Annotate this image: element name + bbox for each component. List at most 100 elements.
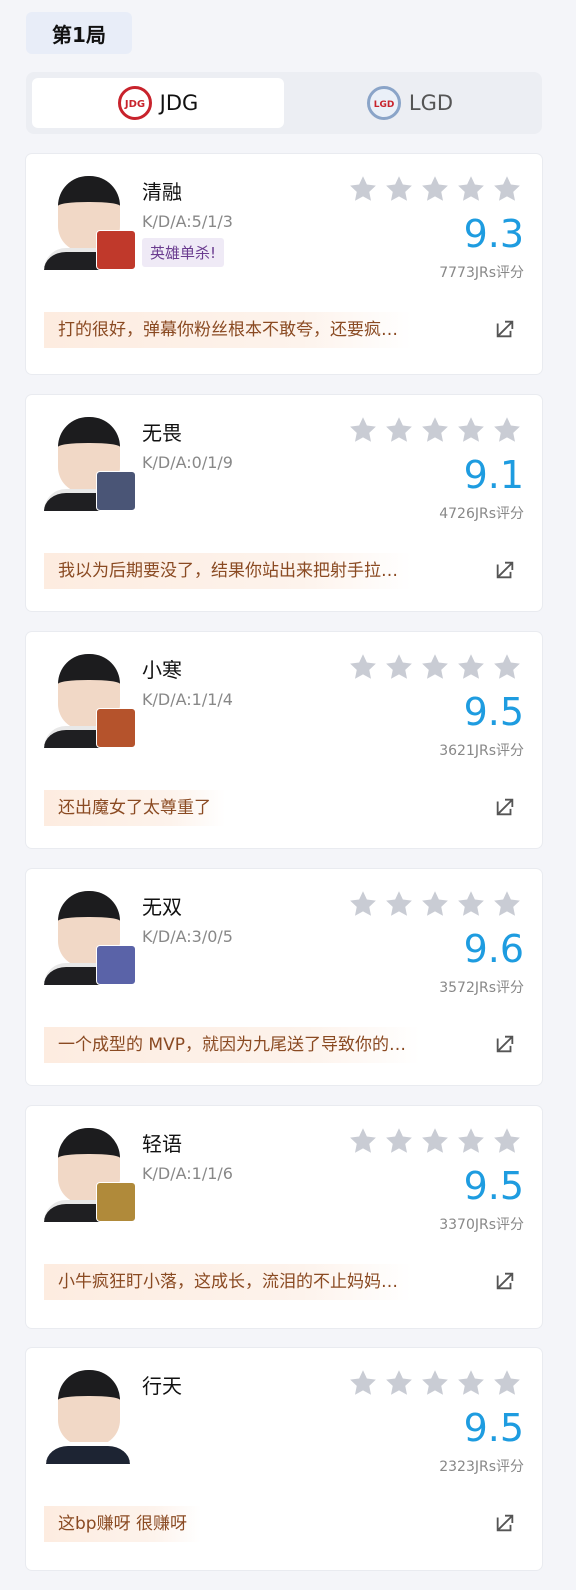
round-tab[interactable]: 第1局 [26,12,132,54]
share-icon[interactable] [494,559,516,581]
player-card[interactable]: 无畏 K/D/A:0/1/9 9.1 4726JRs评分 我以为后期要没了，结果… [26,395,542,611]
player-name: 无双 [142,895,182,919]
share-icon[interactable] [494,1512,516,1534]
avatar [44,889,136,985]
kda-text: K/D/A:3/0/5 [142,927,233,946]
rating-stars[interactable] [348,652,522,682]
top-comment[interactable]: 还出魔女了太尊重了 [44,790,225,826]
star-icon [494,417,520,442]
player-card[interactable]: 无双 K/D/A:3/0/5 9.6 3572JRs评分 一个成型的 MVP，就… [26,869,542,1085]
score: 9.5 [463,690,524,734]
star-icon [494,891,520,916]
star-icon [386,654,412,679]
svg-text:JDG: JDG [124,99,145,110]
score: 9.5 [463,1406,524,1450]
star-icon [494,176,520,201]
star-icon [458,654,484,679]
avatar [44,1368,136,1464]
team-name: JDG [159,91,199,115]
top-comment[interactable]: 这bp赚呀 很赚呀 [44,1506,201,1542]
team-switch: JDG JDG LGD LGD [26,72,542,134]
player-card[interactable]: 行天 9.5 2323JRs评分 这bp赚呀 很赚呀 [26,1348,542,1570]
raters-count: 7773JRs评分 [439,265,524,281]
avatar [44,652,136,748]
avatar [44,174,136,270]
score: 9.6 [463,927,524,971]
score: 9.1 [463,453,524,497]
tab-jdg[interactable]: JDG JDG [32,78,284,128]
star-icon [350,176,376,201]
kda-text: K/D/A:0/1/9 [142,453,233,472]
star-icon [386,417,412,442]
share-icon[interactable] [494,1033,516,1055]
player-name: 小寒 [142,658,182,682]
star-icon [386,176,412,201]
avatar [44,415,136,511]
star-icon [350,1128,376,1153]
hero-icon [96,1182,136,1222]
raters-count: 3621JRs评分 [439,743,524,759]
hero-icon [96,471,136,511]
star-icon [458,891,484,916]
raters-count: 2323JRs评分 [439,1459,524,1475]
hero-icon [96,708,136,748]
player-name: 轻语 [142,1132,182,1156]
rating-stars[interactable] [348,415,522,445]
top-comment[interactable]: 打的很好，弹幕你粉丝根本不敢夸，还要疯… [44,312,412,348]
star-icon [494,654,520,679]
star-icon [422,1370,448,1395]
top-comment[interactable]: 我以为后期要没了，结果你站出来把射手拉… [44,553,412,589]
star-icon [422,176,448,201]
star-icon [458,417,484,442]
lgd-logo-icon: LGD [366,86,401,120]
star-icon [458,1370,484,1395]
round-label: 第1局 [52,22,106,47]
rating-stars[interactable] [348,1368,522,1398]
highlight-tag: 英雄单杀! [142,238,225,267]
share-icon[interactable] [494,796,516,818]
rating-stars[interactable] [348,889,522,919]
hero-icon [96,945,136,985]
kda-text: K/D/A:5/1/3 [142,212,233,231]
share-icon[interactable] [494,318,516,340]
tab-lgd[interactable]: LGD LGD [284,78,536,128]
star-icon [350,891,376,916]
star-icon [350,654,376,679]
star-icon [422,417,448,442]
kda-text: K/D/A:1/1/6 [142,1164,233,1183]
player-card[interactable]: 小寒 K/D/A:1/1/4 9.5 3621JRs评分 还出魔女了太尊重了 [26,632,542,848]
star-icon [494,1128,520,1153]
star-icon [422,891,448,916]
avatar [44,1126,136,1222]
score: 9.3 [463,212,524,256]
star-icon [350,417,376,442]
score: 9.5 [463,1164,524,1208]
player-name: 清融 [142,180,182,204]
top-comment[interactable]: 一个成型的 MVP，就因为九尾送了导致你的… [44,1027,420,1063]
player-card[interactable]: 清融 K/D/A:5/1/3 英雄单杀! 9.3 7773JRs评分 打的很好，… [26,154,542,374]
kda-text: K/D/A:1/1/4 [142,690,233,709]
star-icon [422,654,448,679]
player-name: 行天 [142,1374,182,1398]
raters-count: 4726JRs评分 [439,506,524,522]
star-icon [422,1128,448,1153]
star-icon [458,1128,484,1153]
jdg-logo-icon: JDG [117,86,152,120]
player-card[interactable]: 轻语 K/D/A:1/1/6 9.5 3370JRs评分 小牛疯狂盯小落，这成长… [26,1106,542,1328]
star-icon [386,1370,412,1395]
raters-count: 3370JRs评分 [439,1217,524,1233]
top-comment[interactable]: 小牛疯狂盯小落，这成长，流泪的不止妈妈… [44,1264,412,1300]
rating-stars[interactable] [348,174,522,204]
team-name: LGD [408,91,454,115]
share-icon[interactable] [494,1270,516,1292]
hero-icon [96,230,136,270]
star-icon [386,1128,412,1153]
rating-stars[interactable] [348,1126,522,1156]
player-name: 无畏 [142,421,182,445]
svg-text:LGD: LGD [374,100,395,110]
star-icon [386,891,412,916]
raters-count: 3572JRs评分 [439,980,524,996]
star-icon [458,176,484,201]
star-icon [350,1370,376,1395]
star-icon [494,1370,520,1395]
